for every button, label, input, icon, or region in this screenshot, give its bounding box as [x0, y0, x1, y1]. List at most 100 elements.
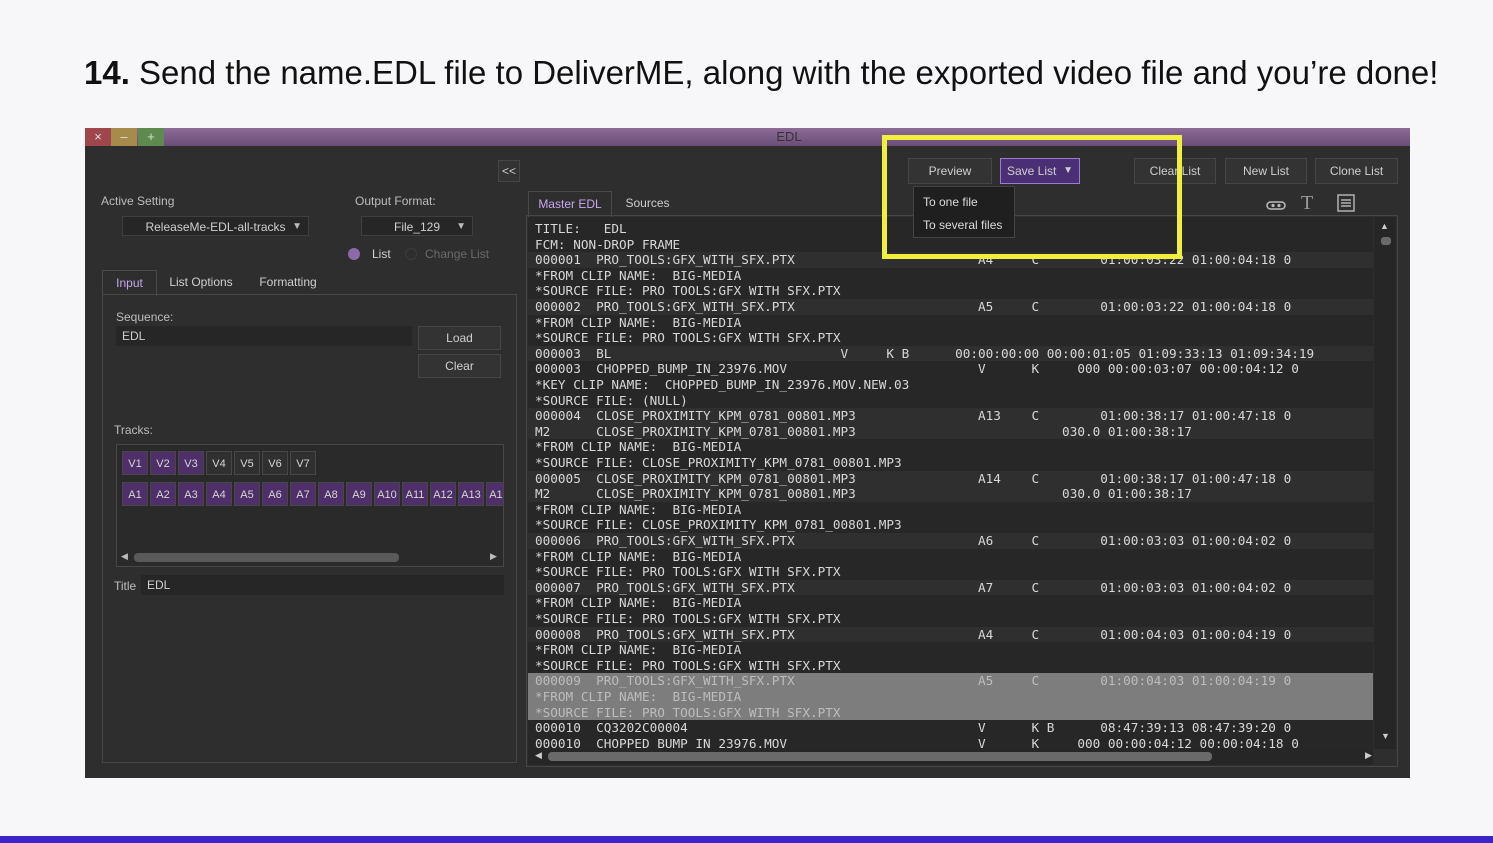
edl-window: × – + EDL << Active Setting ReleaseMe-ED…	[85, 128, 1410, 778]
track-a4-toggle[interactable]: A4	[206, 482, 232, 506]
text-icon[interactable]: T	[1301, 192, 1313, 215]
scroll-up-icon[interactable]: ▲	[1380, 221, 1389, 231]
collapse-panel-button[interactable]: <<	[498, 160, 520, 182]
new-list-button[interactable]: New List	[1225, 158, 1307, 184]
active-setting-label: Active Setting	[101, 194, 175, 208]
change-list-radio[interactable]	[405, 248, 417, 260]
edl-line[interactable]: 000009 PRO_TOOLS:GFX_WITH_SFX.PTX A5 C 0…	[528, 673, 1373, 689]
track-a7-toggle[interactable]: A7	[290, 482, 316, 506]
edl-line[interactable]: M2 CLOSE_PROXIMITY_KPM_0781_00801.MP3 03…	[528, 486, 1373, 502]
edl-line[interactable]: *FROM CLIP NAME: BIG-MEDIA	[528, 502, 1373, 518]
window-titlebar: × – + EDL	[85, 128, 1410, 146]
track-a5-toggle[interactable]: A5	[234, 482, 260, 506]
scroll-left-icon[interactable]: ◀	[535, 750, 542, 761]
horizontal-scroll-thumb[interactable]	[548, 752, 1212, 761]
title-field[interactable]: EDL	[141, 575, 504, 595]
edl-line[interactable]: *FROM CLIP NAME: BIG-MEDIA	[528, 689, 1373, 705]
tab-formatting[interactable]: Formatting	[248, 270, 328, 296]
track-a12-toggle[interactable]: A12	[430, 482, 456, 506]
edl-line[interactable]: 000003 CHOPPED_BUMP_IN_23976.MOV V K 000…	[528, 361, 1373, 377]
edl-line[interactable]: *FROM CLIP NAME: BIG-MEDIA	[528, 642, 1373, 658]
callout-highlight-box	[882, 135, 1182, 259]
scroll-down-icon[interactable]: ▼	[1381, 731, 1390, 741]
title-label: Title	[114, 579, 137, 593]
active-setting-value: ReleaseMe-EDL-all-tracks	[145, 220, 286, 234]
output-format-label: Output Format:	[355, 194, 436, 208]
edl-line[interactable]: 000010 CQ3202C00004 V K B 08:47:39:13 08…	[528, 720, 1373, 736]
edl-line[interactable]: 000006 PRO_TOOLS:GFX_WITH_SFX.PTX A6 C 0…	[528, 533, 1373, 549]
edl-line[interactable]: *SOURCE FILE: CLOSE_PROXIMITY_KPM_0781_0…	[528, 455, 1373, 471]
edl-line[interactable]: 000005 CLOSE_PROXIMITY_KPM_0781_00801.MP…	[528, 470, 1373, 487]
edl-line[interactable]: *FROM CLIP NAME: BIG-MEDIA	[528, 268, 1373, 284]
track-a2-toggle[interactable]: A2	[150, 482, 176, 506]
tab-list-options[interactable]: List Options	[161, 270, 241, 296]
active-setting-dropdown[interactable]: ReleaseMe-EDL-all-tracks ▼	[122, 216, 309, 236]
track-v5-toggle[interactable]: V5	[234, 451, 260, 475]
sequence-field[interactable]: EDL	[116, 326, 412, 346]
edl-line[interactable]: *SOURCE FILE: PRO TOOLS:GFX WITH SFX.PTX	[528, 611, 1373, 627]
load-button[interactable]: Load	[418, 326, 501, 350]
edl-line[interactable]: 000008 PRO_TOOLS:GFX_WITH_SFX.PTX A4 C 0…	[528, 626, 1373, 643]
edl-line[interactable]: *SOURCE FILE: PRO TOOLS:GFX WITH SFX.PTX	[528, 283, 1373, 299]
tab-sources[interactable]: Sources	[615, 191, 680, 217]
vertical-scroll-thumb[interactable]	[1381, 237, 1391, 245]
edl-line[interactable]: 000007 PRO_TOOLS:GFX_WITH_SFX.PTX A7 C 0…	[528, 579, 1373, 596]
edl-line[interactable]: *FROM CLIP NAME: BIG-MEDIA	[528, 595, 1373, 611]
sequence-label: Sequence:	[116, 310, 174, 324]
track-a6-toggle[interactable]: A6	[262, 482, 288, 506]
track-v4-toggle[interactable]: V4	[206, 451, 232, 475]
edl-line[interactable]: 000004 CLOSE_PROXIMITY_KPM_0781_00801.MP…	[528, 408, 1373, 424]
edl-horizontal-scrollbar[interactable]: ◀ ▶	[528, 748, 1373, 764]
tracks-panel: V1 V2 V3 V4 V5 V6 V7 A1 A2 A3 A4 A5 A6 A7 A8 A9 A10 A11 A…	[116, 444, 504, 567]
scroll-right-icon[interactable]: ▶	[1365, 750, 1372, 761]
edl-line[interactable]: *FROM CLIP NAME: BIG-MEDIA	[528, 439, 1373, 455]
track-a13-toggle[interactable]: A13	[458, 482, 484, 506]
chevron-down-icon: ▼	[292, 221, 302, 232]
tab-master-edl[interactable]: Master EDL	[528, 191, 612, 217]
edl-line[interactable]: *SOURCE FILE: PRO TOOLS:GFX WITH SFX.PTX	[528, 330, 1373, 346]
change-list-radio-label: Change List	[425, 247, 490, 261]
clear-button[interactable]: Clear	[418, 354, 501, 378]
bottom-accent-bar	[0, 836, 1493, 843]
track-a3-toggle[interactable]: A3	[178, 482, 204, 506]
edl-line[interactable]: 000003 BL V K B 00:00:00:00 00:00:01:05 …	[528, 345, 1373, 362]
track-a8-toggle[interactable]: A8	[318, 482, 344, 506]
scroll-left-icon[interactable]: ◀	[121, 551, 128, 562]
track-a11-toggle[interactable]: A11	[402, 482, 428, 506]
edl-line[interactable]: *SOURCE FILE: PRO TOOLS:GFX WITH SFX.PTX	[528, 658, 1373, 674]
track-v2-toggle[interactable]: V2	[150, 451, 176, 475]
edl-line[interactable]: *SOURCE FILE: PRO TOOLS:GFX WITH SFX.PTX	[528, 704, 1373, 721]
tracks-horizontal-scrollbar[interactable]	[134, 553, 399, 562]
edl-line[interactable]: *FROM CLIP NAME: BIG-MEDIA	[528, 315, 1373, 331]
tab-input[interactable]: Input	[102, 270, 157, 296]
scroll-right-icon[interactable]: ▶	[490, 551, 497, 562]
step-number: 14.	[84, 54, 130, 91]
track-v6-toggle[interactable]: V6	[262, 451, 288, 475]
track-a14-toggle[interactable]: A14	[486, 482, 503, 506]
track-a9-toggle[interactable]: A9	[346, 482, 372, 506]
edl-vertical-scrollbar[interactable]: ▲ ▼	[1374, 217, 1396, 749]
edl-line[interactable]: 000002 PRO_TOOLS:GFX_WITH_SFX.PTX A5 C 0…	[528, 299, 1373, 315]
edl-line[interactable]: *SOURCE FILE: PRO TOOLS:GFX WITH SFX.PTX	[528, 564, 1373, 580]
clone-list-button[interactable]: Clone List	[1315, 158, 1398, 184]
edl-line[interactable]: *FROM CLIP NAME: BIG-MEDIA	[528, 549, 1373, 565]
track-a1-toggle[interactable]: A1	[122, 482, 148, 506]
link-icon[interactable]	[1265, 196, 1287, 214]
edl-line[interactable]: *SOURCE FILE: (NULL)	[528, 393, 1373, 409]
output-format-value: File_129	[393, 220, 441, 234]
track-a10-toggle[interactable]: A10	[374, 482, 400, 506]
track-v7-toggle[interactable]: V7	[290, 451, 316, 475]
instruction-text: Send the name.EDL file to DeliverME, alo…	[139, 54, 1439, 91]
edl-line[interactable]: *KEY CLIP NAME: CHOPPED_BUMP_IN_23976.MO…	[528, 377, 1373, 393]
output-format-dropdown[interactable]: File_129 ▼	[361, 216, 473, 236]
track-v3-toggle[interactable]: V3	[178, 451, 204, 475]
list-radio[interactable]	[348, 248, 360, 260]
chevron-down-icon: ▼	[456, 221, 466, 232]
edl-line[interactable]: *SOURCE FILE: CLOSE_PROXIMITY_KPM_0781_0…	[528, 517, 1373, 533]
list-icon[interactable]	[1337, 194, 1355, 212]
edl-text-view[interactable]: TITLE: EDL FCM: NON-DROP FRAME 000001 PRO_…	[528, 217, 1373, 765]
edl-line[interactable]: M2 CLOSE_PROXIMITY_KPM_0781_00801.MP3 03…	[528, 423, 1373, 440]
window-title: EDL	[776, 129, 802, 144]
list-radio-label: List	[372, 247, 391, 261]
track-v1-toggle[interactable]: V1	[122, 451, 148, 475]
